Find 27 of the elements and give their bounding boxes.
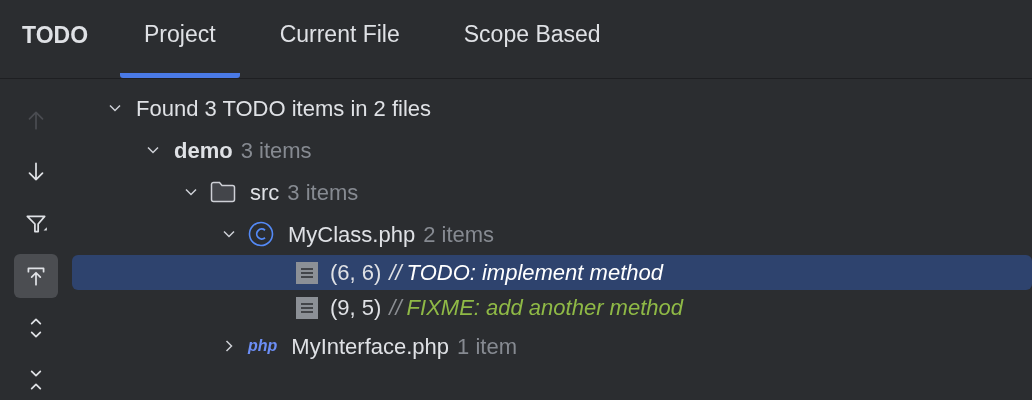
todo-item-icon (296, 261, 318, 284)
comment-marker: // (389, 294, 402, 322)
tree-node-label[interactable]: src (250, 175, 280, 209)
item-count: 2 items (423, 220, 495, 249)
tab[interactable]: Scope Based (439, 16, 625, 78)
tree-node-label[interactable]: MyInterface.php (291, 329, 450, 363)
tab[interactable]: Current File (255, 16, 424, 78)
tree-node-label[interactable]: demo (174, 133, 233, 167)
panel-title: TODO (22, 20, 89, 50)
class-icon (248, 221, 274, 247)
tab[interactable]: Project (120, 16, 240, 78)
php-file-icon: php (248, 338, 278, 354)
item-count: 1 item (457, 332, 517, 361)
todo-text: FIXME: add another method (406, 294, 683, 322)
todo-item-icon (296, 296, 318, 319)
todo-row[interactable]: (6, 6) // TODO: implement method (72, 255, 1032, 290)
scroll-to-top-icon[interactable] (14, 254, 58, 298)
todo-position: (6, 6) (330, 259, 382, 287)
todo-position: (9, 5) (330, 294, 382, 322)
todo-row[interactable]: (9, 5) // FIXME: add another method (100, 290, 1032, 325)
item-count: 3 items (240, 136, 312, 165)
tree-node-label[interactable]: MyClass.php (288, 217, 416, 251)
comment-marker: // (389, 259, 402, 287)
item-count: 3 items (287, 178, 359, 207)
tree-summary[interactable]: Found 3 TODO items in 2 files (136, 91, 432, 125)
folder-icon (210, 181, 236, 203)
todo-text: TODO: implement method (406, 259, 663, 287)
